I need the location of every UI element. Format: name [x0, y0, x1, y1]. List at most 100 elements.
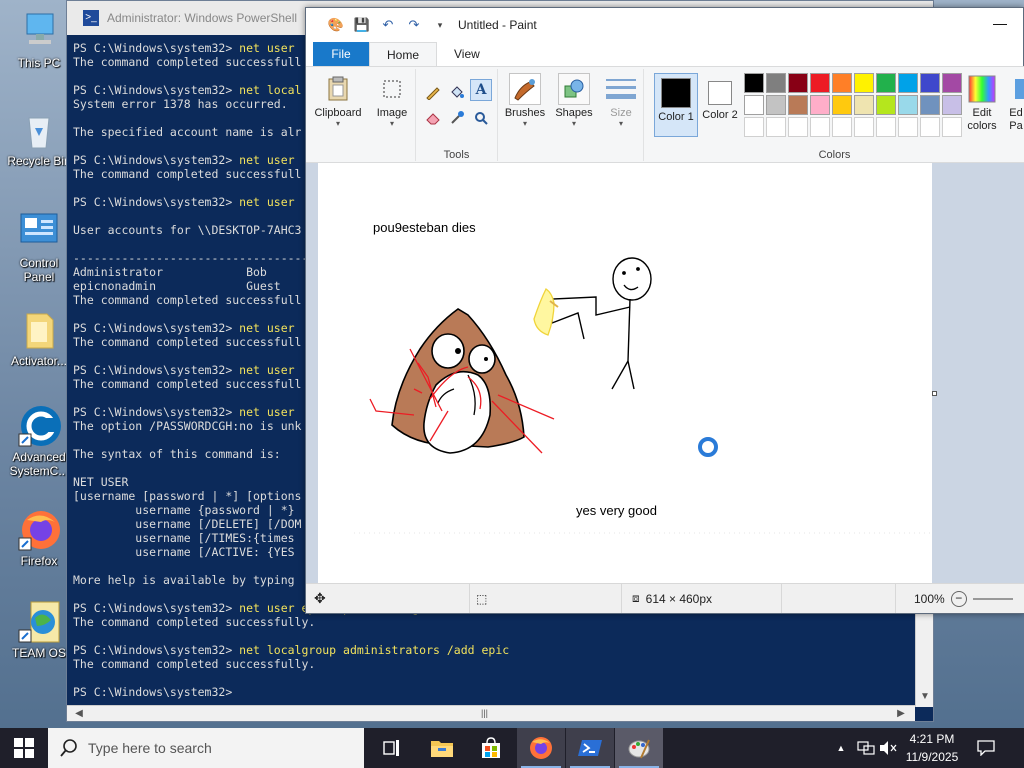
scroll-thumb[interactable]: ||| — [481, 708, 491, 719]
palette-swatch[interactable] — [766, 117, 786, 137]
tab-home[interactable]: Home — [369, 42, 438, 66]
taskbar-paint[interactable] — [615, 728, 663, 768]
start-button[interactable] — [0, 728, 48, 768]
scroll-right-arrow-icon[interactable]: ▶ — [893, 706, 909, 722]
clock-time: 4:21 PM — [909, 732, 955, 746]
image-button[interactable]: Image ▾ — [372, 73, 412, 128]
palette-swatch[interactable] — [854, 73, 874, 93]
palette-swatch[interactable] — [788, 95, 808, 115]
customize-quick-access-icon[interactable]: ▾ — [432, 17, 448, 33]
clock-date: 11/9/2025 — [905, 750, 959, 764]
console-command: net user — [239, 405, 295, 419]
console-prompt: PS C:\Windows\system32> — [73, 405, 240, 419]
fill-bucket-icon[interactable] — [446, 81, 468, 103]
taskbar-clock[interactable]: 4:21 PM 11/9/2025 — [900, 730, 964, 766]
horizontal-scrollbar[interactable]: ◀ ||| ▶ — [67, 705, 915, 721]
show-hidden-icons-button[interactable]: ▲ — [834, 728, 848, 768]
file-size — [782, 584, 896, 613]
firefox-icon — [530, 737, 552, 759]
palette-swatch[interactable] — [788, 117, 808, 137]
advanced-systemcare-icon — [17, 404, 61, 448]
palette-swatch[interactable] — [942, 117, 962, 137]
scroll-left-arrow-icon[interactable]: ◀ — [71, 706, 87, 722]
tab-view[interactable]: View — [437, 42, 497, 66]
palette-swatch[interactable] — [898, 117, 918, 137]
palette-swatch[interactable] — [876, 117, 896, 137]
console-command: net local — [239, 83, 302, 97]
palette-swatch[interactable] — [810, 73, 830, 93]
palette-swatch[interactable] — [766, 95, 786, 115]
color2-button[interactable]: Color 2 — [700, 73, 740, 137]
clipboard-group: Clipboard ▾ — [306, 69, 366, 161]
palette-swatch[interactable] — [832, 73, 852, 93]
ribbon-tabs: File Home View — [306, 42, 1023, 66]
text-tool-icon[interactable]: A — [470, 79, 492, 101]
size-button[interactable]: Size ▾ — [602, 73, 640, 128]
taskbar-firefox[interactable] — [517, 728, 565, 768]
paint-app-icon[interactable]: 🎨 — [328, 17, 344, 33]
canvas-resize-handle[interactable] — [932, 391, 937, 396]
tools-group-label: Tools — [443, 149, 470, 161]
palette-swatch[interactable] — [920, 95, 940, 115]
palette-swatch[interactable] — [942, 95, 962, 115]
palette-swatch[interactable] — [898, 95, 918, 115]
volume-muted-icon[interactable] — [878, 728, 898, 768]
minimize-button[interactable]: — — [977, 8, 1023, 42]
network-icon[interactable] — [856, 728, 876, 768]
edit-with-paint3d-button[interactable]: Ed Pa — [1008, 73, 1024, 133]
zoom-out-button[interactable]: − — [950, 590, 967, 607]
edit-colors-button[interactable]: Edit colors — [960, 73, 1004, 133]
palette-swatch[interactable] — [876, 95, 896, 115]
scroll-down-arrow-icon[interactable]: ▼ — [916, 689, 934, 705]
color1-button[interactable]: Color 1 — [654, 73, 698, 137]
palette-swatch[interactable] — [810, 95, 830, 115]
palette-swatch[interactable] — [832, 117, 852, 137]
taskbar-powershell[interactable] — [566, 728, 614, 768]
palette-swatch[interactable] — [832, 95, 852, 115]
save-icon[interactable]: 💾 — [354, 17, 370, 33]
undo-icon[interactable]: ↶ — [380, 17, 396, 33]
search-placeholder: Type here to search — [88, 740, 212, 756]
file-explorer-icon — [431, 741, 453, 757]
palette-swatch[interactable] — [854, 95, 874, 115]
palette-swatch[interactable] — [920, 117, 940, 137]
magnifier-icon[interactable] — [470, 107, 492, 129]
paint-window[interactable]: 🎨 💾 ↶ ↷ ▾ Untitled - Paint — File Home V… — [305, 7, 1024, 614]
palette-swatch[interactable] — [854, 117, 874, 137]
taskbar-microsoft-store[interactable] — [467, 728, 515, 768]
tab-file[interactable]: File — [313, 42, 369, 66]
palette-swatch[interactable] — [788, 73, 808, 93]
palette-swatch[interactable] — [898, 73, 918, 93]
task-view-button[interactable] — [368, 728, 416, 768]
canvas-workspace[interactable]: pou9esteban dies yes very good — [306, 163, 1024, 583]
console-prompt: PS C:\Windows\system32> — [73, 195, 240, 209]
desktop-icon-label: Advanced SystemC... — [9, 450, 69, 478]
taskbar-search-box[interactable]: Type here to search — [48, 728, 364, 768]
palette-swatch[interactable] — [810, 117, 830, 137]
paint-titlebar[interactable]: 🎨 💾 ↶ ↷ ▾ Untitled - Paint — — [306, 8, 1023, 42]
palette-swatch[interactable] — [876, 73, 896, 93]
palette-swatch[interactable] — [942, 73, 962, 93]
zoom-slider[interactable] — [972, 597, 1013, 600]
taskbar-file-explorer[interactable] — [418, 728, 466, 768]
folder-icon — [17, 308, 61, 352]
console-line: The command completed successfully. — [73, 657, 316, 671]
color-picker-icon[interactable] — [446, 107, 468, 129]
taskbar: Type here to search ▲ 4:21 PM 11/9/2025 — [0, 728, 1024, 768]
palette-swatch[interactable] — [744, 95, 764, 115]
drawing-canvas[interactable]: pou9esteban dies yes very good — [318, 163, 932, 583]
palette-swatch[interactable] — [920, 73, 940, 93]
clipboard-button[interactable]: Clipboard ▾ — [312, 73, 364, 128]
notifications-button[interactable] — [974, 728, 998, 768]
pencil-icon[interactable] — [422, 81, 444, 103]
shapes-button[interactable]: Shapes ▾ — [554, 73, 594, 128]
palette-swatch[interactable] — [744, 117, 764, 137]
chevron-down-icon: ▾ — [522, 119, 527, 128]
eraser-icon[interactable] — [422, 107, 444, 129]
chevron-down-icon: ▾ — [389, 119, 394, 128]
palette-swatch[interactable] — [744, 73, 764, 93]
brushes-button[interactable]: Brushes ▾ — [502, 73, 548, 128]
redo-icon[interactable]: ↷ — [406, 17, 422, 33]
palette-swatch[interactable] — [766, 73, 786, 93]
